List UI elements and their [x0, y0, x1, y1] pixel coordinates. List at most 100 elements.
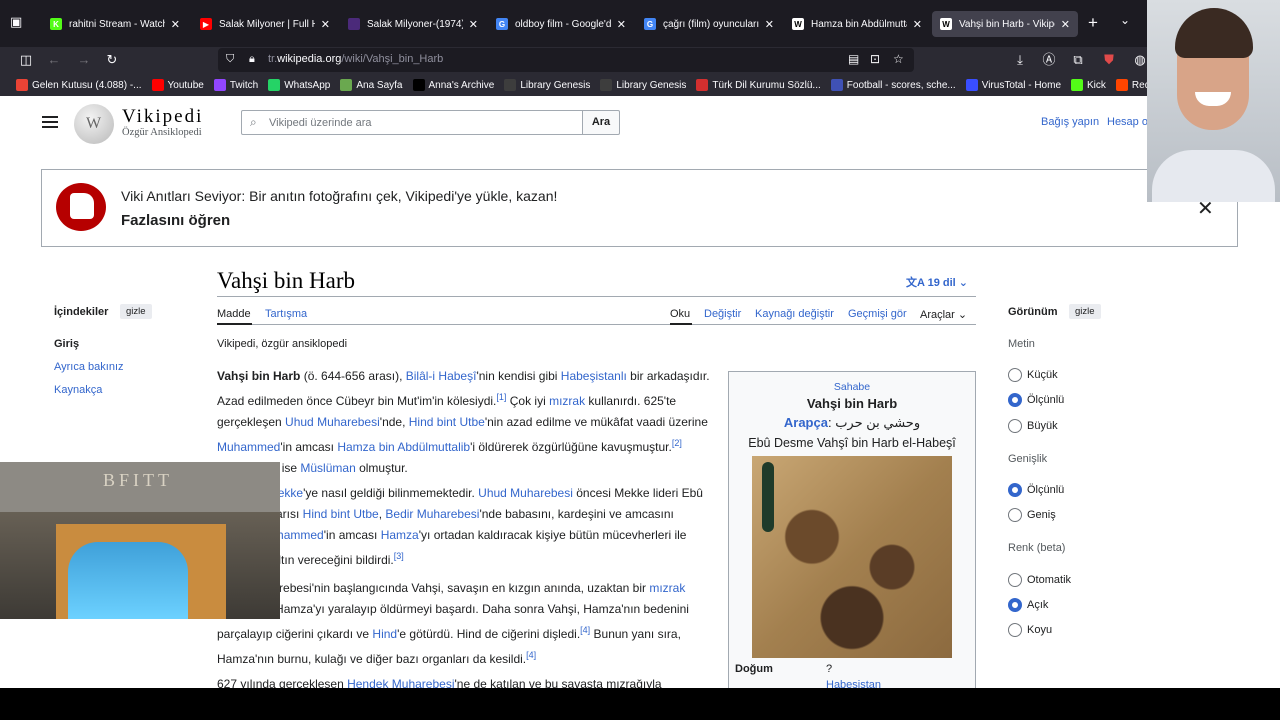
radio-text-standard-label[interactable]: Ölçünlü: [1027, 394, 1064, 406]
reload-button[interactable]: ↻: [103, 51, 121, 69]
tab-history[interactable]: Geçmişi gör: [848, 308, 907, 320]
search-button[interactable]: Ara: [582, 110, 620, 135]
language-button[interactable]: 文A 19 dil ⌄: [906, 274, 968, 290]
donate-link[interactable]: Bağış yapın: [1041, 116, 1099, 128]
toc-item-intro[interactable]: Giriş: [54, 338, 79, 350]
link-habesistanli[interactable]: Habeşistanlı: [561, 369, 627, 383]
radio-color-auto[interactable]: [1008, 573, 1022, 587]
link-hamza[interactable]: Hamza bin Abdülmuttalib: [337, 440, 470, 454]
tab-article[interactable]: Madde: [217, 308, 251, 320]
bookmark-10[interactable]: VirusTotal - Home: [965, 79, 1061, 91]
bookmark-8[interactable]: Türk Dil Kurumu Sözlü...: [696, 79, 821, 91]
bookmark-11[interactable]: Kick: [1071, 79, 1106, 91]
close-tab-icon[interactable]: ✕: [913, 18, 922, 31]
tab-edit-source[interactable]: Kaynağı değiştir: [755, 308, 834, 320]
link-uhud-2[interactable]: Uhud Muharebesi: [478, 486, 573, 500]
tab-talk[interactable]: Tartışma: [265, 308, 307, 320]
close-tab-icon[interactable]: ✕: [617, 18, 626, 31]
radio-text-large-label[interactable]: Büyük: [1027, 420, 1058, 432]
arabic-language-link[interactable]: Arapça: [784, 415, 828, 430]
wiki-loves-monuments-logo: [56, 183, 106, 231]
radio-color-light-label[interactable]: Açık: [1027, 599, 1048, 611]
link-hendek[interactable]: Hendek Muharebesi: [347, 677, 454, 688]
radio-width-wide-label[interactable]: Geniş: [1027, 509, 1056, 521]
tab-4[interactable]: Gçağrı (film) oyuncuları - ✕: [636, 11, 782, 37]
radio-text-large[interactable]: [1008, 419, 1022, 433]
radio-color-light[interactable]: [1008, 598, 1022, 612]
toc-item-references[interactable]: Kaynakça: [54, 384, 102, 396]
bookmark-5[interactable]: Anna's Archive: [412, 79, 494, 91]
link-muhammed[interactable]: Muhammed: [217, 440, 280, 454]
sidebar-toggle-icon[interactable]: ◫: [17, 51, 35, 69]
close-tab-icon[interactable]: ✕: [321, 18, 330, 31]
radio-color-dark-label[interactable]: Koyu: [1027, 624, 1052, 636]
radio-text-standard[interactable]: [1008, 393, 1022, 407]
bookmark-7[interactable]: Library Genesis: [600, 79, 686, 91]
forward-button[interactable]: →: [75, 51, 93, 69]
link-hind[interactable]: Hind bint Utbe: [409, 415, 485, 429]
create-account-link[interactable]: Hesap o: [1107, 116, 1148, 128]
tools-menu[interactable]: Araçlar ⌄: [920, 308, 967, 321]
link-bilal[interactable]: Bilâl-i Habeşî: [406, 369, 477, 383]
link-hamza-2[interactable]: Hamza: [381, 528, 419, 542]
radio-color-dark[interactable]: [1008, 623, 1022, 637]
link-hind-2[interactable]: Hind bint Utbe: [303, 507, 379, 521]
bookmark-0[interactable]: Gelen Kutusu (4.088) -...: [16, 79, 142, 91]
radio-width-standard-label[interactable]: Ölçünlü: [1027, 484, 1064, 496]
toc-item-see-also[interactable]: Ayrıca bakınız: [54, 361, 124, 373]
back-button[interactable]: ←: [45, 51, 63, 69]
radio-text-small[interactable]: [1008, 368, 1022, 382]
tab-2[interactable]: Salak Milyoner-(1974)Re ✕: [340, 11, 486, 37]
link-bedir[interactable]: Bedir Muharebesi: [385, 507, 479, 521]
bookmark-6[interactable]: Library Genesis: [504, 79, 590, 91]
banner-learn-more-link[interactable]: Fazlasını öğren: [121, 212, 230, 229]
list-all-tabs-icon[interactable]: ⌄: [1120, 13, 1138, 33]
link-mizrak[interactable]: mızrak: [549, 394, 585, 408]
bookmark-1[interactable]: Youtube: [151, 79, 204, 91]
link-hind-3[interactable]: Hind: [372, 627, 397, 641]
appearance-hide-button[interactable]: gizle: [1069, 304, 1101, 319]
tab-6[interactable]: W Vahşi bin Harb - Vikipedi ✕: [932, 11, 1078, 37]
radio-text-small-label[interactable]: Küçük: [1027, 369, 1058, 381]
new-tab-button[interactable]: +: [1088, 13, 1106, 33]
account-icon[interactable]: Ⓐ: [1040, 51, 1058, 69]
bookmark-star-icon[interactable]: ☆: [893, 52, 904, 66]
wikipedia-wordmark[interactable]: Vikipedi: [122, 106, 203, 128]
save-page-icon[interactable]: ⊡: [870, 52, 880, 66]
toc-hide-button[interactable]: gizle: [120, 304, 152, 319]
downloads-icon[interactable]: ⤓: [1011, 51, 1029, 69]
tab-0[interactable]: Krahitni Stream - Watch L ✕: [42, 11, 188, 37]
main-menu-icon[interactable]: [42, 116, 58, 128]
bookmark-2[interactable]: Twitch: [213, 79, 258, 91]
close-tab-icon[interactable]: ✕: [765, 18, 774, 31]
search-input[interactable]: ⌕ Vikipedi üzerinde ara: [241, 110, 583, 135]
tab-edit[interactable]: Değiştir: [704, 308, 741, 320]
radio-width-standard[interactable]: [1008, 483, 1022, 497]
ublock-icon[interactable]: ⛊: [1100, 51, 1118, 69]
bookmark-3[interactable]: WhatsApp: [268, 79, 330, 91]
bookmark-4[interactable]: Ana Sayfa: [340, 79, 403, 91]
firefox-view-icon[interactable]: ▣: [10, 14, 34, 34]
close-tab-icon[interactable]: ✕: [1061, 18, 1070, 31]
radio-color-auto-label[interactable]: Otomatik: [1027, 574, 1071, 586]
tab-3[interactable]: Goldboy film - Google'da ✕: [488, 11, 634, 37]
infobox-miniature-image[interactable]: [752, 456, 952, 658]
infobox-birth-place[interactable]: Habeşistan: [826, 679, 881, 688]
close-tab-icon[interactable]: ✕: [171, 18, 180, 31]
wikipedia-globe-logo[interactable]: [74, 104, 114, 144]
tab-read[interactable]: Oku: [670, 308, 690, 320]
infobox-category[interactable]: Sahabe: [729, 381, 975, 393]
link-musluman[interactable]: Müslüman: [300, 461, 355, 475]
reader-view-icon[interactable]: ▤: [848, 52, 859, 66]
extensions-icon[interactable]: ⧉: [1069, 51, 1087, 69]
lock-icon[interactable]: 🔒︎: [249, 53, 255, 66]
bookmark-9[interactable]: Football - scores, sche...: [830, 79, 956, 91]
link-mizrak-2[interactable]: mızrak: [649, 581, 685, 595]
tab-1[interactable]: ▶ Salak Milyoner | Full HD ✕: [192, 11, 338, 37]
shield-icon[interactable]: ⛉: [226, 53, 234, 66]
link-uhud[interactable]: Uhud Muharebesi: [285, 415, 380, 429]
radio-width-wide[interactable]: [1008, 508, 1022, 522]
address-bar[interactable]: ⛉ 🔒︎ tr.wikipedia.org/wiki/Vahşi_bin_Har…: [218, 48, 914, 72]
tab-5[interactable]: W Hamza bin Abdülmuttalı ✕: [784, 11, 930, 37]
close-tab-icon[interactable]: ✕: [469, 18, 478, 31]
